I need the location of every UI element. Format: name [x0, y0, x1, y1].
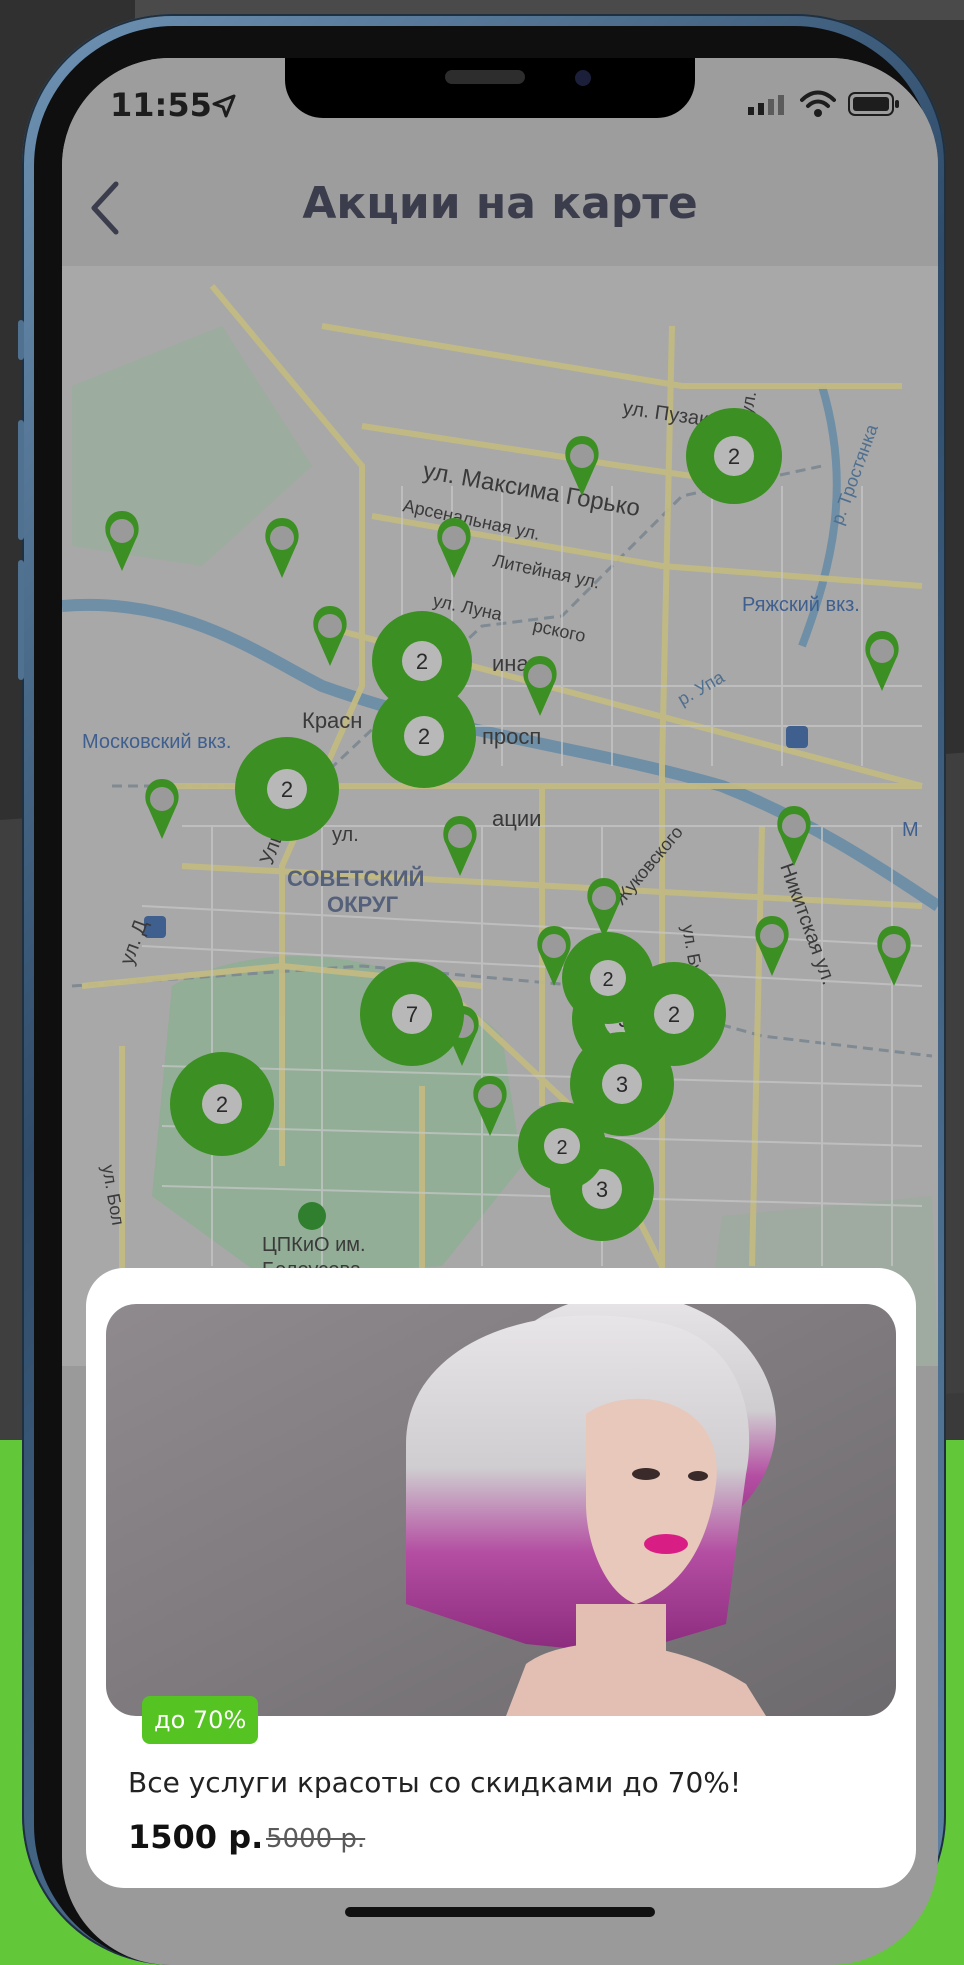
map-label: Ряжский вкз. [742, 594, 860, 616]
map-cluster[interactable]: 7 [360, 962, 464, 1066]
map-label: ЦПКиО им. [262, 1234, 366, 1256]
volume-down-button [18, 560, 24, 680]
svg-text:2: 2 [418, 724, 430, 749]
map-label: М [902, 819, 919, 841]
promo-title: Все услуги красоты со скидками до 70%! [128, 1766, 742, 1799]
page-title: Акции на карте [302, 178, 698, 229]
svg-text:3: 3 [596, 1177, 608, 1202]
volume-up-button [18, 420, 24, 540]
cellular-signal-icon [748, 95, 784, 115]
svg-text:2: 2 [556, 1137, 567, 1159]
location-arrow-icon [212, 94, 236, 118]
map-label: Красн [302, 708, 362, 733]
map-cluster[interactable]: 2 [170, 1052, 274, 1156]
svg-text:2: 2 [281, 777, 293, 802]
map-cluster[interactable]: 2 [372, 684, 476, 788]
svg-text:2: 2 [728, 444, 740, 469]
svg-text:7: 7 [406, 1002, 418, 1027]
map-canvas[interactable]: ул. Пузакова ул. Максима Горько Арсеналь… [62, 266, 938, 1366]
map-label: просп [482, 724, 541, 749]
promo-card[interactable]: до 70% Все услуги красоты со скидками до… [86, 1268, 916, 1888]
svg-text:2: 2 [668, 1002, 680, 1027]
phone-notch [285, 58, 695, 118]
discount-badge: до 70% [142, 1696, 259, 1744]
mute-switch [18, 320, 24, 360]
map-label: СОВЕТСКИЙ [287, 866, 424, 891]
map-label: ации [492, 806, 541, 831]
earpiece [445, 70, 525, 84]
map-cluster[interactable]: 2 [235, 737, 339, 841]
map-cluster[interactable]: 2 [686, 408, 782, 504]
home-indicator[interactable] [345, 1907, 655, 1917]
promo-old-price: 5000 р. [266, 1824, 366, 1854]
map-label: ОКРУГ [327, 892, 399, 917]
status-time: 11:55 [110, 86, 212, 124]
map-view[interactable]: ул. Пузакова ул. Максима Горько Арсеналь… [62, 266, 938, 1366]
front-camera [575, 70, 591, 86]
park-icon [298, 1202, 326, 1230]
svg-text:2: 2 [602, 969, 613, 991]
map-label: Московский вкз. [82, 731, 231, 753]
svg-text:2: 2 [216, 1092, 228, 1117]
promo-price: 1500 р. [128, 1818, 264, 1856]
map-cluster[interactable]: 2 [562, 932, 654, 1024]
battery-icon [848, 92, 899, 116]
map-label: ул. [332, 824, 359, 846]
svg-text:2: 2 [416, 649, 428, 674]
wifi-icon [800, 90, 836, 117]
promo-image [106, 1304, 896, 1716]
map-cluster[interactable]: 2 [518, 1102, 606, 1190]
svg-text:3: 3 [616, 1072, 628, 1097]
